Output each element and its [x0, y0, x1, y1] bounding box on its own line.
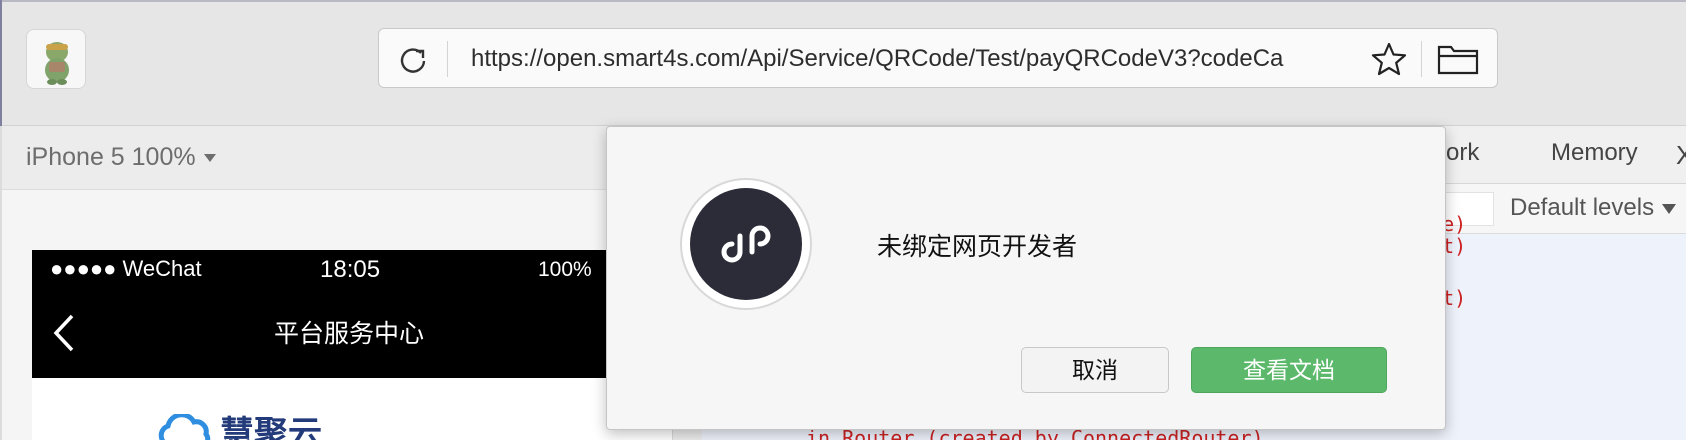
back-arrow-icon[interactable] [50, 312, 78, 354]
view-docs-button[interactable]: 查看文档 [1191, 347, 1387, 393]
phone-screen: ●●●●● WeChat 18:05 100% 平台服务中心 慧聚云 [32, 250, 672, 440]
mini-program-icon [690, 188, 802, 300]
device-selector[interactable]: iPhone 5 100% [26, 141, 216, 173]
carrier-label: ●●●●● WeChat [50, 256, 202, 281]
cloud-logo-icon [158, 414, 211, 440]
tab-memory[interactable]: Memory [1551, 139, 1638, 167]
chevron-down-icon [1662, 203, 1677, 214]
phone-status-bar: ●●●●● WeChat 18:05 100% [32, 250, 672, 290]
cancel-button[interactable]: 取消 [1021, 347, 1169, 393]
toolbar-top-edge [0, 0, 1686, 2]
battery-label: 100% [538, 258, 592, 281]
log-levels-dropdown[interactable]: Default levels [1510, 194, 1677, 222]
address-bar[interactable]: https://open.smart4s.com/Api/Service/QRC… [378, 28, 1498, 88]
reload-icon[interactable] [397, 44, 429, 76]
address-divider [447, 41, 448, 77]
star-icon[interactable] [1371, 42, 1407, 76]
url-input[interactable]: https://open.smart4s.com/Api/Service/QRC… [471, 43, 1309, 75]
folder-icon[interactable] [1437, 43, 1479, 75]
chevron-down-icon [203, 154, 216, 163]
mini-program-icon-frame [680, 178, 812, 310]
app-logo-icon[interactable] [26, 29, 86, 89]
unbound-developer-dialog: 未绑定网页开发者 取消 查看文档 [606, 126, 1446, 430]
toolbar-left-edge [0, 0, 2, 126]
status-time: 18:05 [320, 256, 381, 283]
dialog-message: 未绑定网页开发者 [877, 233, 1078, 261]
log-levels-label: Default levels [1510, 194, 1655, 221]
browser-toolbar: https://open.smart4s.com/Api/Service/QRC… [0, 0, 1686, 126]
phone-nav-bar: 平台服务中心 [32, 290, 672, 378]
phone-content: 慧聚云 [32, 378, 672, 440]
close-icon[interactable]: X [1676, 140, 1686, 171]
device-selector-label: iPhone 5 100% [26, 143, 196, 171]
address-divider [1421, 41, 1422, 77]
brand-logo-text: 慧聚云 [220, 415, 322, 440]
nav-title: 平台服务中心 [274, 320, 425, 348]
